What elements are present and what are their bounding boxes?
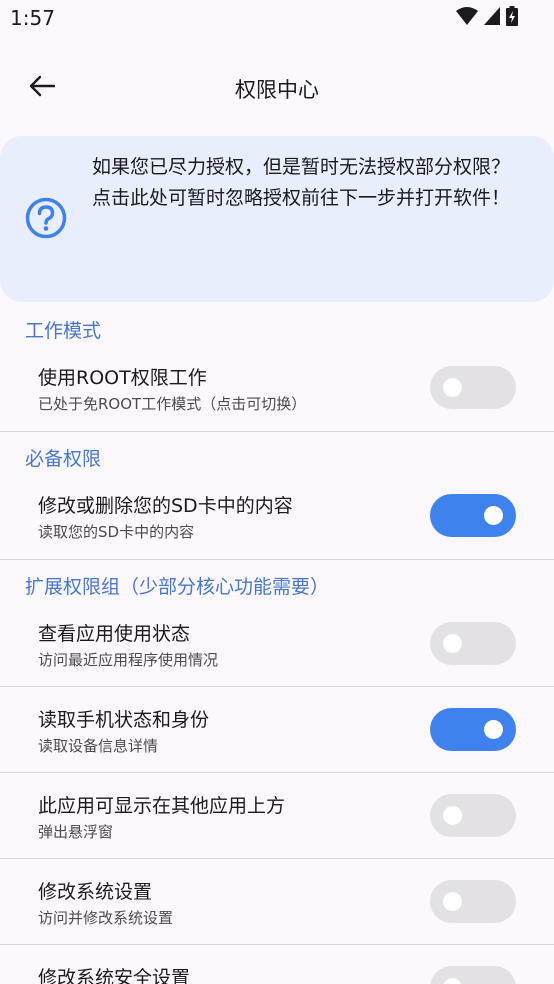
usage-stats-toggle[interactable] bbox=[430, 622, 516, 665]
app-bar: 权限中心 bbox=[0, 52, 554, 122]
section-work-mode: 工作模式 bbox=[25, 320, 102, 342]
write-settings-toggle[interactable] bbox=[430, 880, 516, 923]
permission-row-root[interactable]: 使用ROOT权限工作 已处于免ROOT工作模式（点击可切换） bbox=[0, 352, 554, 430]
permission-row-usage-stats[interactable]: 查看应用使用状态 访问最近应用程序使用情况 bbox=[0, 608, 554, 686]
row-title: 使用ROOT权限工作 bbox=[38, 367, 207, 389]
row-title: 修改或删除您的SD卡中的内容 bbox=[38, 495, 293, 517]
row-title: 修改系统安全设置 bbox=[38, 967, 191, 984]
row-subtitle: 读取设备信息详情 bbox=[38, 737, 159, 755]
overlay-toggle[interactable] bbox=[430, 794, 516, 837]
toggle-knob bbox=[443, 378, 462, 397]
divider bbox=[0, 858, 554, 859]
section-required: 必备权限 bbox=[25, 448, 102, 470]
page-title: 权限中心 bbox=[235, 78, 319, 102]
toggle-knob bbox=[484, 506, 503, 525]
permission-row-write-settings[interactable]: 修改系统设置 访问并修改系统设置 bbox=[0, 866, 554, 944]
signal-icon bbox=[484, 7, 500, 29]
row-title: 此应用可显示在其他应用上方 bbox=[38, 795, 286, 817]
row-title: 修改系统设置 bbox=[38, 881, 153, 903]
secure-settings-toggle[interactable] bbox=[430, 966, 516, 984]
status-time: 1:57 bbox=[10, 6, 55, 30]
toggle-knob bbox=[443, 892, 462, 911]
divider bbox=[0, 944, 554, 945]
permission-row-overlay[interactable]: 此应用可显示在其他应用上方 弹出悬浮窗 bbox=[0, 780, 554, 858]
row-subtitle: 读取您的SD卡中的内容 bbox=[38, 523, 195, 541]
divider bbox=[0, 431, 554, 432]
battery-icon bbox=[506, 6, 518, 30]
row-title: 读取手机状态和身份 bbox=[38, 709, 210, 731]
divider bbox=[0, 686, 554, 687]
status-bar: 1:57 bbox=[0, 0, 554, 40]
help-icon bbox=[24, 196, 68, 244]
permission-row-phone-state[interactable]: 读取手机状态和身份 读取设备信息详情 bbox=[0, 694, 554, 772]
wifi-icon bbox=[456, 7, 478, 29]
skip-authorization-text: 如果您已尽力授权，但是暂时无法授权部分权限？ 点击此处可暂时忽略授权前往下一步并… bbox=[92, 156, 511, 209]
sd-card-toggle[interactable] bbox=[430, 494, 516, 537]
status-icons bbox=[456, 6, 518, 30]
row-title: 查看应用使用状态 bbox=[38, 623, 191, 645]
permission-row-sd-card[interactable]: 修改或删除您的SD卡中的内容 读取您的SD卡中的内容 bbox=[0, 480, 554, 558]
permission-row-secure-settings[interactable]: 修改系统安全设置 bbox=[0, 952, 554, 984]
row-subtitle: 弹出悬浮窗 bbox=[38, 823, 114, 841]
toggle-knob bbox=[443, 978, 462, 984]
root-toggle[interactable] bbox=[430, 366, 516, 409]
toggle-knob bbox=[443, 634, 462, 653]
phone-state-toggle[interactable] bbox=[430, 708, 516, 751]
row-subtitle: 访问最近应用程序使用情况 bbox=[38, 651, 219, 669]
toggle-knob bbox=[484, 720, 503, 739]
divider bbox=[0, 772, 554, 773]
row-subtitle: 访问并修改系统设置 bbox=[38, 909, 174, 927]
row-subtitle: 已处于免ROOT工作模式（点击可切换） bbox=[38, 395, 307, 413]
divider bbox=[0, 559, 554, 560]
toggle-knob bbox=[443, 806, 462, 825]
section-extended: 扩展权限组（少部分核心功能需要） bbox=[25, 576, 330, 598]
